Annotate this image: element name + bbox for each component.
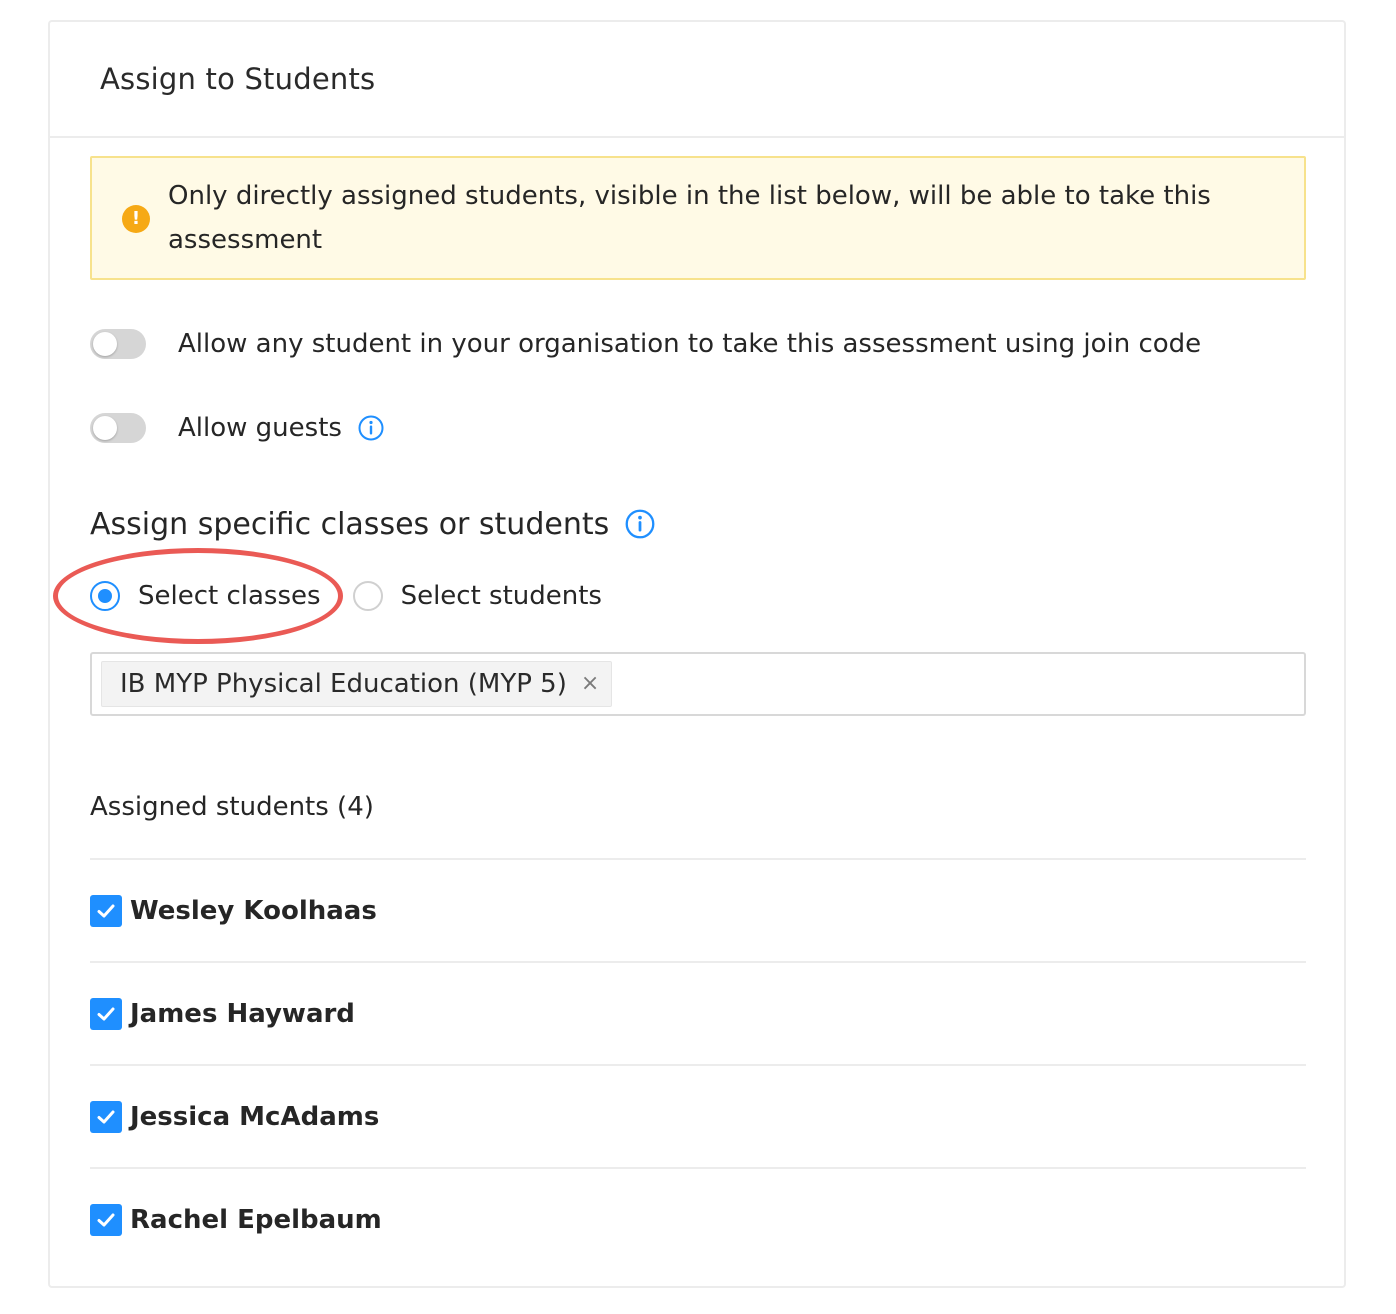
student-checkbox[interactable] <box>90 997 122 1030</box>
assign-section-title: Assign specific classes or students <box>90 502 655 546</box>
assign-panel: Assign to Students ! Only directly assig… <box>48 20 1346 1288</box>
student-name: Wesley Koolhaas <box>130 895 377 926</box>
list-item: Rachel Epelbaum <box>90 1167 1306 1270</box>
selected-class-tag: IB MYP Physical Education (MYP 5) × <box>101 661 613 707</box>
close-icon[interactable]: × <box>581 673 599 695</box>
warning-alert: ! Only directly assigned students, visib… <box>90 156 1306 280</box>
info-icon[interactable] <box>358 415 384 441</box>
toggle-knob <box>93 416 117 440</box>
join-code-toggle-label: Allow any student in your organisation t… <box>178 329 1202 359</box>
checkmark-icon <box>97 1007 115 1020</box>
warning-circle-icon: ! <box>122 205 150 233</box>
guests-toggle-row: Allow guests <box>90 408 384 448</box>
join-code-toggle-row: Allow any student in your organisation t… <box>90 324 1201 364</box>
panel-title: Assign to Students <box>100 62 376 96</box>
student-checkbox[interactable] <box>90 1203 122 1236</box>
radio-option-select-students[interactable]: Select students <box>352 581 602 611</box>
student-checkbox[interactable] <box>90 1100 122 1133</box>
radio-button-select-students[interactable] <box>352 581 383 611</box>
radio-label-select-students: Select students <box>400 581 602 611</box>
class-multiselect-input[interactable]: IB MYP Physical Education (MYP 5) × <box>90 652 1306 716</box>
radio-button-select-classes[interactable] <box>90 581 120 611</box>
assign-mode-radio-group: Select classes Select students <box>53 548 602 644</box>
guests-toggle-label: Allow guests <box>178 413 342 443</box>
join-code-toggle[interactable] <box>90 329 146 359</box>
radio-option-select-classes[interactable]: Select classes <box>90 581 321 611</box>
student-name: James Hayward <box>130 998 355 1029</box>
info-icon[interactable] <box>625 509 655 539</box>
assigned-students-heading: Assigned students (4) <box>90 792 374 822</box>
toggle-knob <box>93 332 117 356</box>
student-name: Rachel Epelbaum <box>130 1204 382 1235</box>
student-name: Jessica McAdams <box>130 1101 380 1132</box>
alert-message: Only directly assigned students, visible… <box>168 181 1211 255</box>
panel-header: Assign to Students <box>50 22 1344 138</box>
list-item: Wesley Koolhaas <box>90 858 1306 961</box>
radio-label-select-classes: Select classes <box>138 581 321 611</box>
student-checkbox[interactable] <box>90 894 122 927</box>
assign-section-title-text: Assign specific classes or students <box>90 506 610 542</box>
list-item: Jessica McAdams <box>90 1064 1306 1167</box>
list-item: James Hayward <box>90 961 1306 1064</box>
selected-class-tag-label: IB MYP Physical Education (MYP 5) <box>120 669 567 699</box>
guests-toggle[interactable] <box>90 413 146 443</box>
checkmark-icon <box>97 1213 115 1226</box>
assigned-students-list: Wesley Koolhaas James Hayward Jessica Mc… <box>90 858 1306 1270</box>
checkmark-icon <box>97 904 115 917</box>
checkmark-icon <box>97 1110 115 1123</box>
